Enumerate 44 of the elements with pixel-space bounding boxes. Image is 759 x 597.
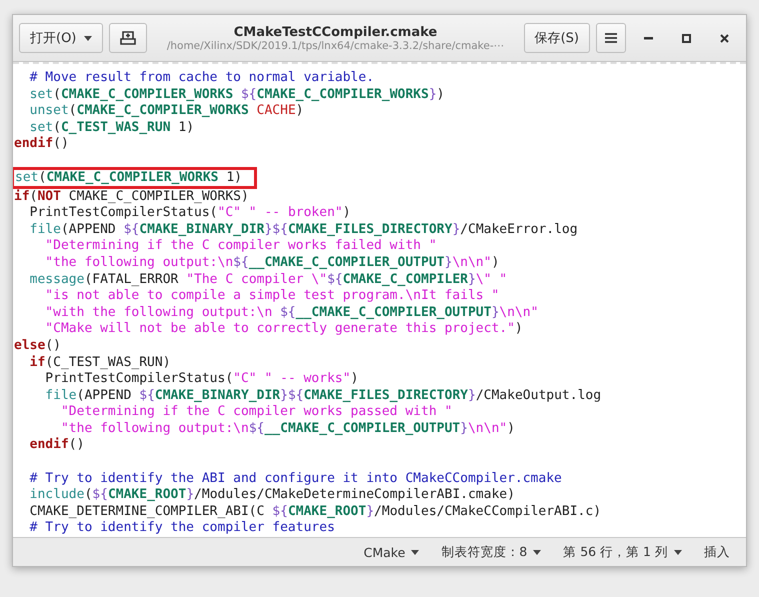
caret-icon	[533, 550, 542, 554]
code-line: "the following output:\n${__CMAKE_C_COMPILER_OUTPUT}\n\n")	[44, 254, 500, 272]
code-line: # Try to identify the ABI and configure it into CMakeCCompiler.cmake	[28, 470, 562, 488]
file-path: /home/Xilinx/SDK/2019.1/tps/lnx64/cmake-3.3.2/share/cmake-⋯	[166, 40, 504, 52]
code-line: "Determining if the C compiler works failed with "	[44, 238, 437, 255]
code-line: # Move result from cache to normal variable.	[28, 70, 374, 87]
code-line: message(FATAL_ERROR "The C compiler \"${CMAKE_C_COMPILER}\" "	[28, 272, 508, 288]
close-icon	[720, 34, 728, 42]
maximize-icon	[682, 34, 690, 42]
save-button[interactable]: 保存(S)	[524, 23, 590, 53]
code-line: endif()	[28, 437, 84, 454]
new-document-icon	[120, 31, 136, 45]
caret-icon	[674, 550, 682, 554]
code-line: include(${CMAKE_ROOT}/Modules/CMakeDetermineCompilerABI.cmake)	[28, 487, 515, 504]
language-selector[interactable]: CMake	[364, 544, 420, 560]
tab-width-selector[interactable]: 制表符宽度：8	[441, 544, 542, 560]
code-line: PrintTestCompilerStatus("C" " -- broken")	[28, 205, 351, 222]
insert-mode-button[interactable]: 插入	[704, 544, 730, 560]
code-line: PrintTestCompilerStatus("C" " -- works")	[44, 371, 358, 388]
code-line: file(APPEND ${CMAKE_BINARY_DIR}${CMAKE_FILES_DIRECTORY}/CMakeOutput.log	[44, 388, 602, 404]
new-tab-button[interactable]	[109, 23, 148, 53]
code-line: "the following output:\n${__CMAKE_C_COMPILER_OUTPUT}\n\n")	[60, 420, 515, 437]
cursor-position-selector[interactable]: 第 56 行，第 1 列	[563, 544, 682, 560]
code-line: file(APPEND ${CMAKE_BINARY_DIR}${CMAKE_FILES_DIRECTORY}/CMakeError.log	[28, 222, 578, 238]
menu-button[interactable]	[596, 23, 626, 53]
caret-icon	[411, 550, 420, 554]
code-line: "is not able to compile a simple test program.\nIt fails "	[44, 288, 500, 305]
code-line: set(CMAKE_C_COMPILER_WORKS ${CMAKE_C_COMPILER_WORKS})	[28, 86, 444, 104]
code-line: if(C_TEST_WAS_RUN)	[28, 354, 171, 372]
code-line: # Try to identify the compiler features	[28, 520, 335, 537]
code-line: "with the following output:\n ${__CMAKE_C_COMPILER_OUTPUT}\n\n"	[44, 304, 538, 322]
code-line: unset(CMAKE_C_COMPILER_WORKS CACHE)	[28, 103, 304, 120]
code-line: set(C_TEST_WAS_RUN 1)	[28, 120, 194, 136]
minimize-icon	[644, 36, 652, 40]
code-line: CMAKE_DETERMINE_COMPILER_ABI(C ${CMAKE_ROOT}/Modules/CMakeCCompilerABI.c)	[28, 504, 602, 520]
window-title: CMakeTestCCompiler.cmake	[234, 24, 438, 40]
code-line: if(NOT CMAKE_C_COMPILER_WORKS)	[13, 188, 249, 206]
code-line: "Determining if the C compiler works passed with "	[60, 404, 452, 421]
open-button[interactable]: 打开(O)	[19, 23, 104, 53]
code-line: "CMake will not be able to correctly generate this project.")	[44, 321, 523, 338]
menu-icon	[605, 33, 617, 43]
code-line: endif()	[13, 136, 69, 153]
code-line: else()	[13, 338, 61, 354]
caret-icon	[84, 36, 92, 40]
